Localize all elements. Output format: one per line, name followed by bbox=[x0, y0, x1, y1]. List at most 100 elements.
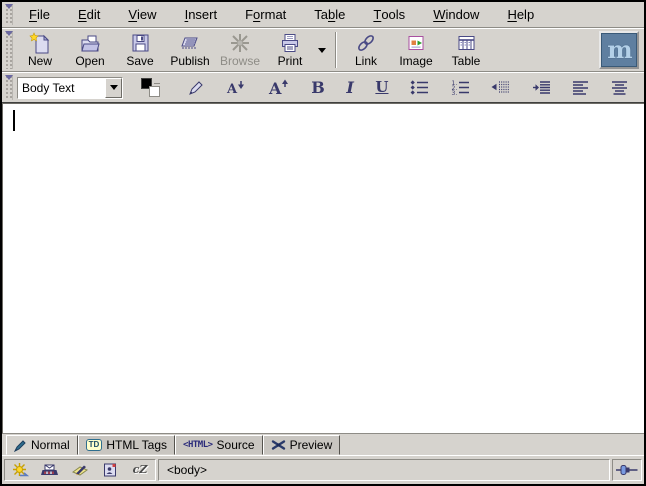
new-button[interactable]: New bbox=[15, 29, 65, 71]
svg-text:A: A bbox=[226, 82, 238, 96]
numbered-list-icon: 1.2.3. bbox=[451, 80, 470, 95]
numbered-list-button[interactable]: 1.2.3. bbox=[451, 76, 470, 100]
tab-normal-label: Normal bbox=[31, 438, 70, 452]
bold-icon: B bbox=[311, 80, 325, 96]
italic-button[interactable]: I bbox=[346, 76, 353, 100]
composer-window: File Edit View Insert Format Table Tools… bbox=[0, 0, 646, 486]
pen-icon bbox=[14, 439, 27, 452]
toolbar-spacer bbox=[491, 29, 599, 71]
publish-button-label: Publish bbox=[170, 54, 209, 68]
mail-icon[interactable] bbox=[41, 462, 59, 478]
svg-text:3.: 3. bbox=[451, 90, 457, 95]
align-center-icon bbox=[611, 80, 628, 95]
text-caret bbox=[13, 110, 15, 131]
editor-canvas[interactable] bbox=[2, 103, 644, 434]
menu-format[interactable]: Format bbox=[231, 2, 300, 27]
component-bar: cZ bbox=[4, 459, 156, 481]
navigator-icon[interactable] bbox=[11, 462, 29, 478]
statusbar: cZ <body> bbox=[2, 455, 644, 484]
chevron-down-icon[interactable] bbox=[105, 78, 122, 98]
save-floppy-icon bbox=[129, 32, 151, 54]
table-button[interactable]: Table bbox=[441, 29, 491, 71]
publish-button[interactable]: Publish bbox=[165, 29, 215, 71]
composer-icon[interactable] bbox=[71, 462, 89, 478]
table-grid-icon bbox=[455, 32, 477, 54]
addressbook-icon[interactable] bbox=[101, 462, 119, 478]
chatzilla-label: cZ bbox=[133, 464, 148, 475]
toolbar-grippy[interactable] bbox=[4, 31, 13, 69]
tab-preview-label: Preview bbox=[290, 438, 333, 452]
align-left-button[interactable] bbox=[572, 76, 589, 100]
tab-normal[interactable]: Normal bbox=[6, 435, 78, 455]
online-plug-icon bbox=[616, 464, 638, 476]
print-button-label: Print bbox=[278, 54, 303, 68]
new-page-icon bbox=[29, 32, 51, 54]
chatzilla-icon[interactable]: cZ bbox=[131, 462, 149, 478]
print-icon bbox=[279, 32, 301, 54]
menubar: File Edit View Insert Format Table Tools… bbox=[2, 2, 644, 28]
new-button-label: New bbox=[28, 54, 52, 68]
outdent-icon bbox=[491, 80, 510, 95]
print-dropdown-arrow[interactable] bbox=[315, 29, 329, 71]
menu-help[interactable]: Help bbox=[493, 2, 548, 27]
mozilla-m-logo[interactable]: m bbox=[599, 31, 639, 69]
save-button-label: Save bbox=[126, 54, 153, 68]
underline-button[interactable]: U bbox=[375, 76, 388, 100]
pen-icon bbox=[187, 79, 205, 97]
print-button[interactable]: Print bbox=[265, 29, 315, 71]
browse-button[interactable]: Browse bbox=[215, 29, 265, 71]
bulleted-list-icon bbox=[410, 80, 429, 95]
outdent-button[interactable] bbox=[491, 76, 510, 100]
menu-table[interactable]: Table bbox=[300, 2, 359, 27]
tab-preview[interactable]: Preview bbox=[263, 435, 341, 455]
align-center-button[interactable] bbox=[611, 76, 628, 100]
browse-sparkle-icon bbox=[229, 32, 251, 54]
bulleted-list-button[interactable] bbox=[410, 76, 429, 100]
open-button-label: Open bbox=[75, 54, 104, 68]
online-status[interactable] bbox=[612, 459, 642, 481]
tab-source-label: Source bbox=[217, 438, 255, 452]
tab-source[interactable]: <HTML> Source bbox=[175, 435, 263, 455]
svg-text:A: A bbox=[268, 79, 282, 97]
paragraph-style-select[interactable]: Body Text bbox=[17, 77, 123, 99]
link-button-label: Link bbox=[355, 54, 377, 68]
publish-icon bbox=[178, 32, 202, 54]
menu-insert[interactable]: Insert bbox=[171, 2, 232, 27]
increase-font-size-button[interactable]: A bbox=[268, 76, 290, 100]
toolbar-grippy[interactable] bbox=[4, 75, 13, 100]
link-icon bbox=[355, 32, 377, 54]
indent-button[interactable] bbox=[532, 76, 551, 100]
align-left-icon bbox=[572, 80, 589, 95]
menu-edit[interactable]: Edit bbox=[64, 2, 114, 27]
element-path-bar: <body> bbox=[158, 459, 610, 481]
bold-button[interactable]: B bbox=[311, 76, 325, 100]
menu-view[interactable]: View bbox=[114, 2, 170, 27]
menu-tools[interactable]: Tools bbox=[359, 2, 419, 27]
mozilla-m-letter: m bbox=[607, 38, 630, 62]
tab-html-tags[interactable]: TD HTML Tags bbox=[78, 435, 175, 455]
table-button-label: Table bbox=[452, 54, 481, 68]
main-toolbar: New Open Save bbox=[2, 28, 644, 72]
edit-mode-tabbar: Normal TD HTML Tags <HTML> Source Previe… bbox=[2, 434, 644, 455]
browse-button-label: Browse bbox=[220, 54, 260, 68]
open-button[interactable]: Open bbox=[65, 29, 115, 71]
italic-icon: I bbox=[346, 80, 353, 96]
paragraph-style-value: Body Text bbox=[18, 78, 105, 98]
font-larger-icon: A bbox=[268, 78, 290, 97]
tab-html-tags-label: HTML Tags bbox=[106, 438, 167, 452]
image-button[interactable]: Image bbox=[391, 29, 441, 71]
menu-file[interactable]: File bbox=[15, 2, 64, 27]
save-button[interactable]: Save bbox=[115, 29, 165, 71]
element-path-body[interactable]: <body> bbox=[167, 463, 207, 477]
toolbar-separator bbox=[335, 32, 337, 68]
preview-icon bbox=[271, 439, 286, 451]
highlight-pen-button[interactable] bbox=[187, 76, 205, 100]
format-toolbar: Body Text A bbox=[2, 72, 644, 103]
menu-window[interactable]: Window bbox=[419, 2, 493, 27]
link-button[interactable]: Link bbox=[341, 29, 391, 71]
td-badge-icon: TD bbox=[86, 439, 103, 451]
underline-icon: U bbox=[375, 80, 388, 95]
decrease-font-size-button[interactable]: A bbox=[226, 76, 246, 100]
toolbar-grippy[interactable] bbox=[4, 4, 13, 25]
text-color-picker[interactable] bbox=[141, 76, 165, 100]
